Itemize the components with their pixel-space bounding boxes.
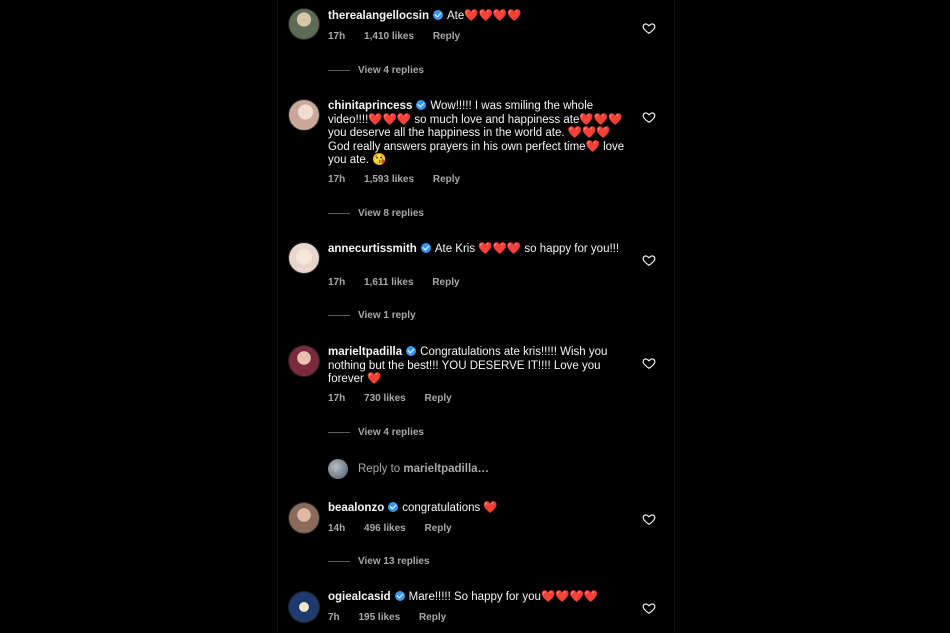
reply-to-prefix: Reply to [358,463,401,475]
comment-text: Mare!!!!! So happy for you❤️❤️❤️❤️ [408,591,599,603]
comment-text-block: beaalonzo congratulations ❤️ [328,502,628,516]
comment-meta: 17h 1,410 likes Reply [328,31,476,42]
heart-outline-icon[interactable] [642,356,656,370]
comment-meta: 17h 730 likes Reply [328,393,468,404]
comment-text-block: chinitaprincess Wow!!!!! I was smiling th… [328,100,628,168]
avatar[interactable] [288,242,320,274]
reply-button[interactable]: Reply [425,393,452,404]
avatar [328,459,348,479]
reply-button[interactable]: Reply [433,31,460,42]
view-replies-label[interactable]: View 4 replies [358,427,424,438]
comment-text: Ate [446,10,465,22]
comment-username[interactable]: chinitaprincess [328,100,412,112]
comment-text-block: marieltpadilla Congratulations ate kris!!… [328,346,628,387]
avatar[interactable] [288,591,320,623]
comment-username[interactable]: marieltpadilla [328,346,402,358]
view-replies-label[interactable]: View 13 replies [358,556,430,567]
comment-meta: 7h 195 likes Reply [328,612,462,623]
comment-text: Ate Kris ❤️❤️❤️ so happy for you!!! [434,243,620,255]
reply-to-input[interactable]: Reply to marieltpadilla… [328,459,489,479]
reply-button[interactable]: Reply [419,612,446,623]
heart-outline-icon[interactable] [642,601,656,615]
view-replies-button[interactable]: View 8 replies [328,208,424,219]
comment-username[interactable]: annecurtissmith [328,243,417,255]
comment-likes[interactable]: 730 likes [364,393,406,404]
avatar[interactable] [288,8,320,40]
comment-likes[interactable]: 195 likes [358,612,400,623]
comment-hearts: ❤️❤️❤️❤️ [464,10,522,22]
comment-username[interactable]: beaalonzo [328,502,384,514]
reply-button[interactable]: Reply [433,174,460,185]
heart-outline-icon[interactable] [642,512,656,526]
comment-text-block: therealangellocsin Ate❤️❤️❤️❤️ [328,10,628,24]
comment-likes[interactable]: 1,611 likes [364,277,414,288]
view-replies-button[interactable]: View 4 replies [328,427,424,438]
comment-time[interactable]: 7h [328,612,340,623]
heart-outline-icon[interactable] [642,21,656,35]
comment-time[interactable]: 17h [328,31,345,42]
verified-badge-icon [388,502,399,512]
view-replies-label[interactable]: View 4 replies [358,65,424,76]
comment-time[interactable]: 14h [328,523,345,534]
reply-to-username: marieltpadilla… [403,463,490,475]
comment-time[interactable]: 17h [328,393,345,404]
view-replies-label[interactable]: View 8 replies [358,208,424,219]
comment-likes[interactable]: 496 likes [364,523,406,534]
comment-time[interactable]: 17h [328,174,345,185]
verified-badge-icon [420,243,431,253]
comment-meta: 14h 496 likes Reply [328,523,468,534]
reply-button[interactable]: Reply [432,277,459,288]
comments-panel: therealangellocsin Ate❤️❤️❤️❤️ 17h 1,410 … [277,0,675,633]
view-replies-button[interactable]: View 1 reply [328,310,416,321]
avatar[interactable] [288,345,320,377]
reply-button[interactable]: Reply [425,523,452,534]
comment-time[interactable]: 17h [328,277,345,288]
view-replies-button[interactable]: View 13 replies [328,556,430,567]
comment-username[interactable]: therealangellocsin [328,10,429,22]
comment-likes[interactable]: 1,593 likes [364,174,414,185]
comment-meta: 17h 1,593 likes Reply [328,174,476,185]
view-replies-label[interactable]: View 1 reply [358,310,416,321]
verified-badge-icon [394,591,405,601]
divider [328,70,350,71]
comment-likes[interactable]: 1,410 likes [364,31,414,42]
comment-username[interactable]: ogiealcasid [328,591,391,603]
divider [328,561,350,562]
view-replies-button[interactable]: View 4 replies [328,65,424,76]
heart-outline-icon[interactable] [642,253,656,267]
divider [328,432,350,433]
verified-badge-icon [432,10,443,20]
verified-badge-icon [416,100,427,110]
divider [328,315,350,316]
comment-meta: 17h 1,611 likes Reply [328,277,476,288]
divider [328,213,350,214]
comment-text-block: ogiealcasid Mare!!!!! So happy for you❤️❤… [328,591,628,605]
heart-outline-icon[interactable] [642,110,656,124]
avatar[interactable] [288,99,320,131]
avatar[interactable] [288,502,320,534]
comment-text: congratulations ❤️ [402,502,498,514]
comment-text-block: annecurtissmith Ate Kris ❤️❤️❤️ so happy … [328,243,628,257]
verified-badge-icon [406,346,417,356]
